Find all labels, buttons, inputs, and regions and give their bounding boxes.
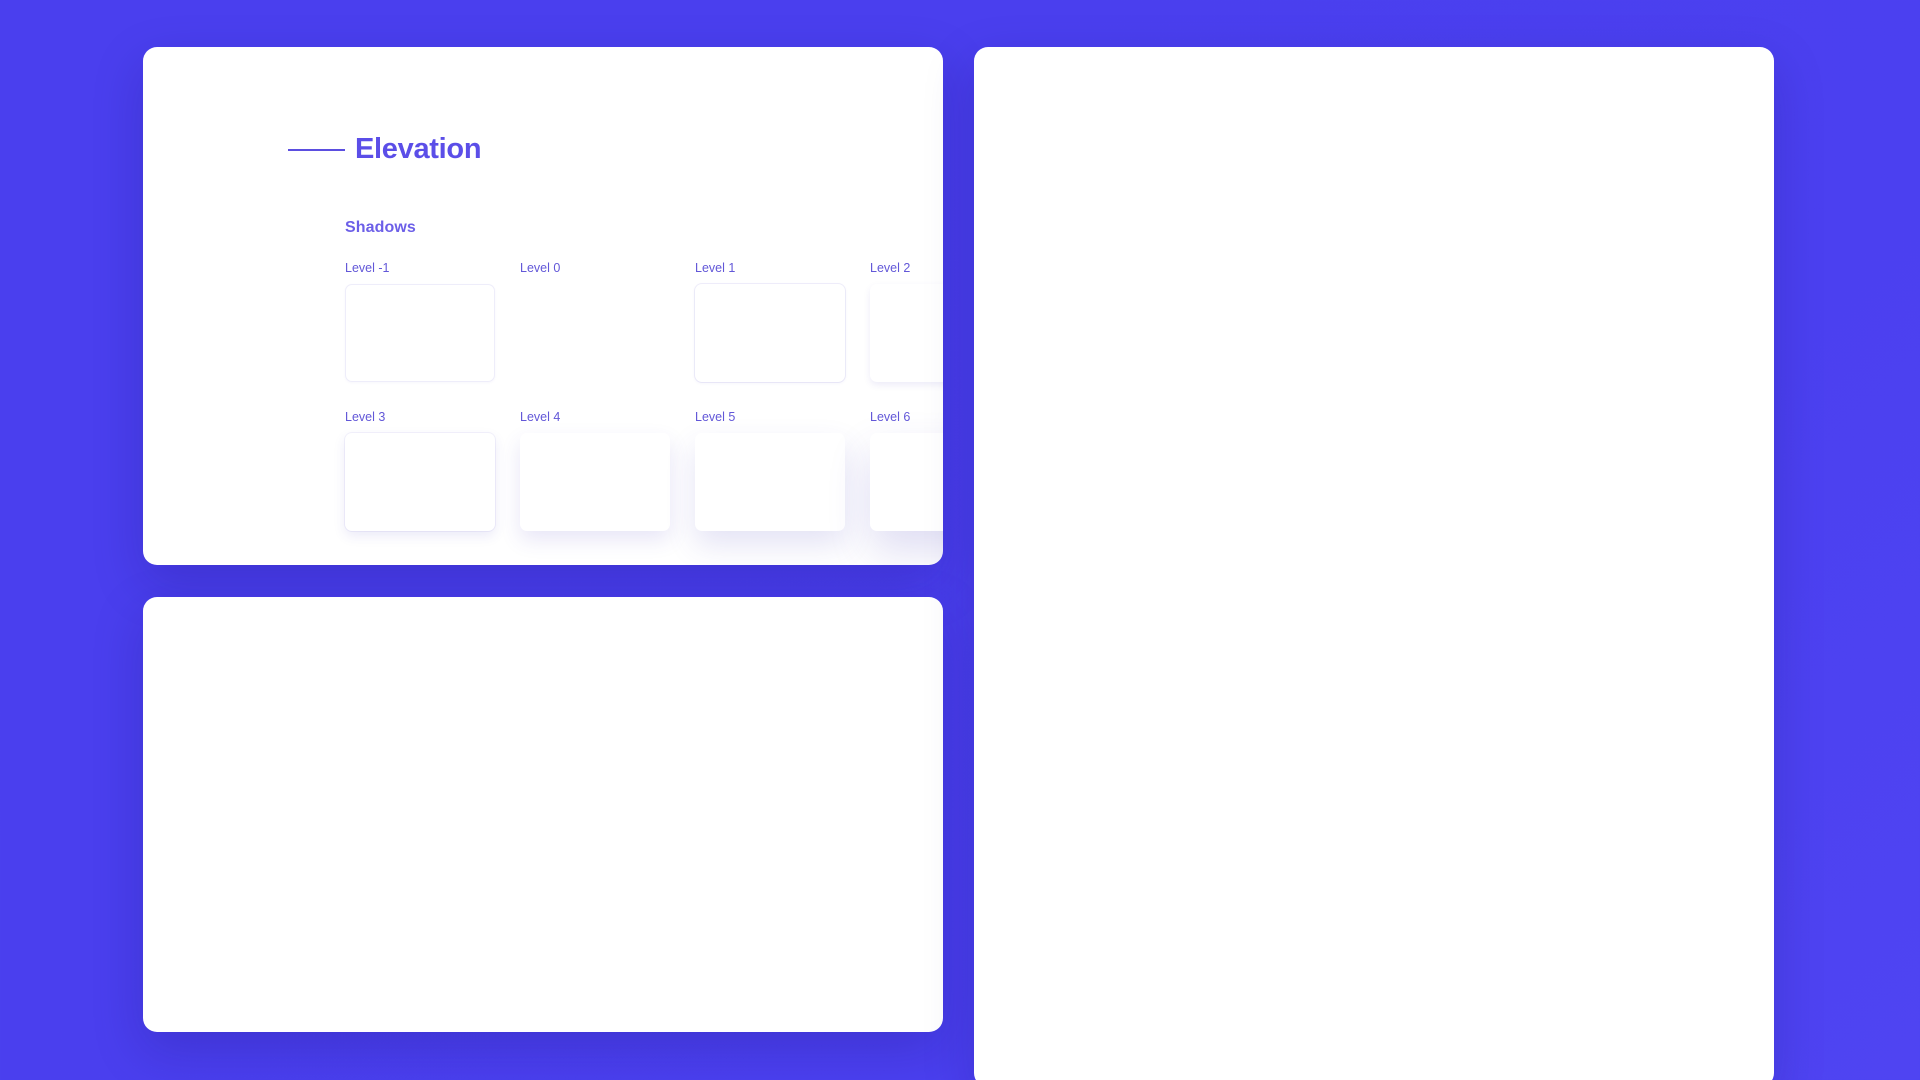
shadow-swatch-level-2 [870, 284, 943, 382]
shadow-swatch-level-3 [345, 433, 495, 531]
shadow-label: Level 2 [870, 261, 911, 275]
shadow-cell: Level 5 [695, 410, 870, 531]
shadow-swatch-level-minus1 [345, 284, 495, 382]
shadow-label: Level 3 [345, 410, 386, 424]
shadow-label: Level 6 [870, 410, 911, 424]
shadow-swatch-level-6 [870, 433, 943, 531]
shadow-label: Level 4 [520, 410, 561, 424]
elevation-card: Elevation Shadows Level -1 Level 0 Level… [143, 47, 943, 565]
shadow-swatch-level-0 [520, 284, 670, 382]
shadow-row: Level 3 Level 4 Level 5 Level 6 [345, 410, 943, 531]
heading-rule [288, 148, 345, 151]
buttons-card: Buttons Medium Buttons DefaultHoverPress… [974, 47, 1774, 1080]
shadow-label: Level 1 [695, 261, 736, 275]
shadow-cell: Level 6 [870, 410, 943, 531]
shadow-row: Level -1 Level 0 Level 1 Level 2 [345, 261, 943, 382]
shadow-cell: Level 2 [870, 261, 943, 382]
shadow-grid: Level -1 Level 0 Level 1 Level 2 Level 3 [345, 261, 943, 531]
shadow-cell: Level 4 [520, 410, 695, 531]
shadows-subtitle: Shadows [345, 219, 416, 236]
elevation-heading: Elevation [288, 133, 482, 166]
shadow-cell: Level 3 [345, 410, 520, 531]
shadow-cell: Level 0 [520, 261, 695, 382]
page-title-elevation: Elevation [355, 133, 482, 165]
shadow-swatch-level-1 [695, 284, 845, 382]
icons-card: Icons [143, 597, 943, 1032]
shadow-swatch-level-5 [695, 433, 845, 531]
shadow-label: Level 0 [520, 261, 561, 275]
shadow-label: Level -1 [345, 261, 390, 275]
shadow-label: Level 5 [695, 410, 736, 424]
shadow-cell: Level -1 [345, 261, 520, 382]
shadow-swatch-level-4 [520, 433, 670, 531]
shadow-cell: Level 1 [695, 261, 870, 382]
